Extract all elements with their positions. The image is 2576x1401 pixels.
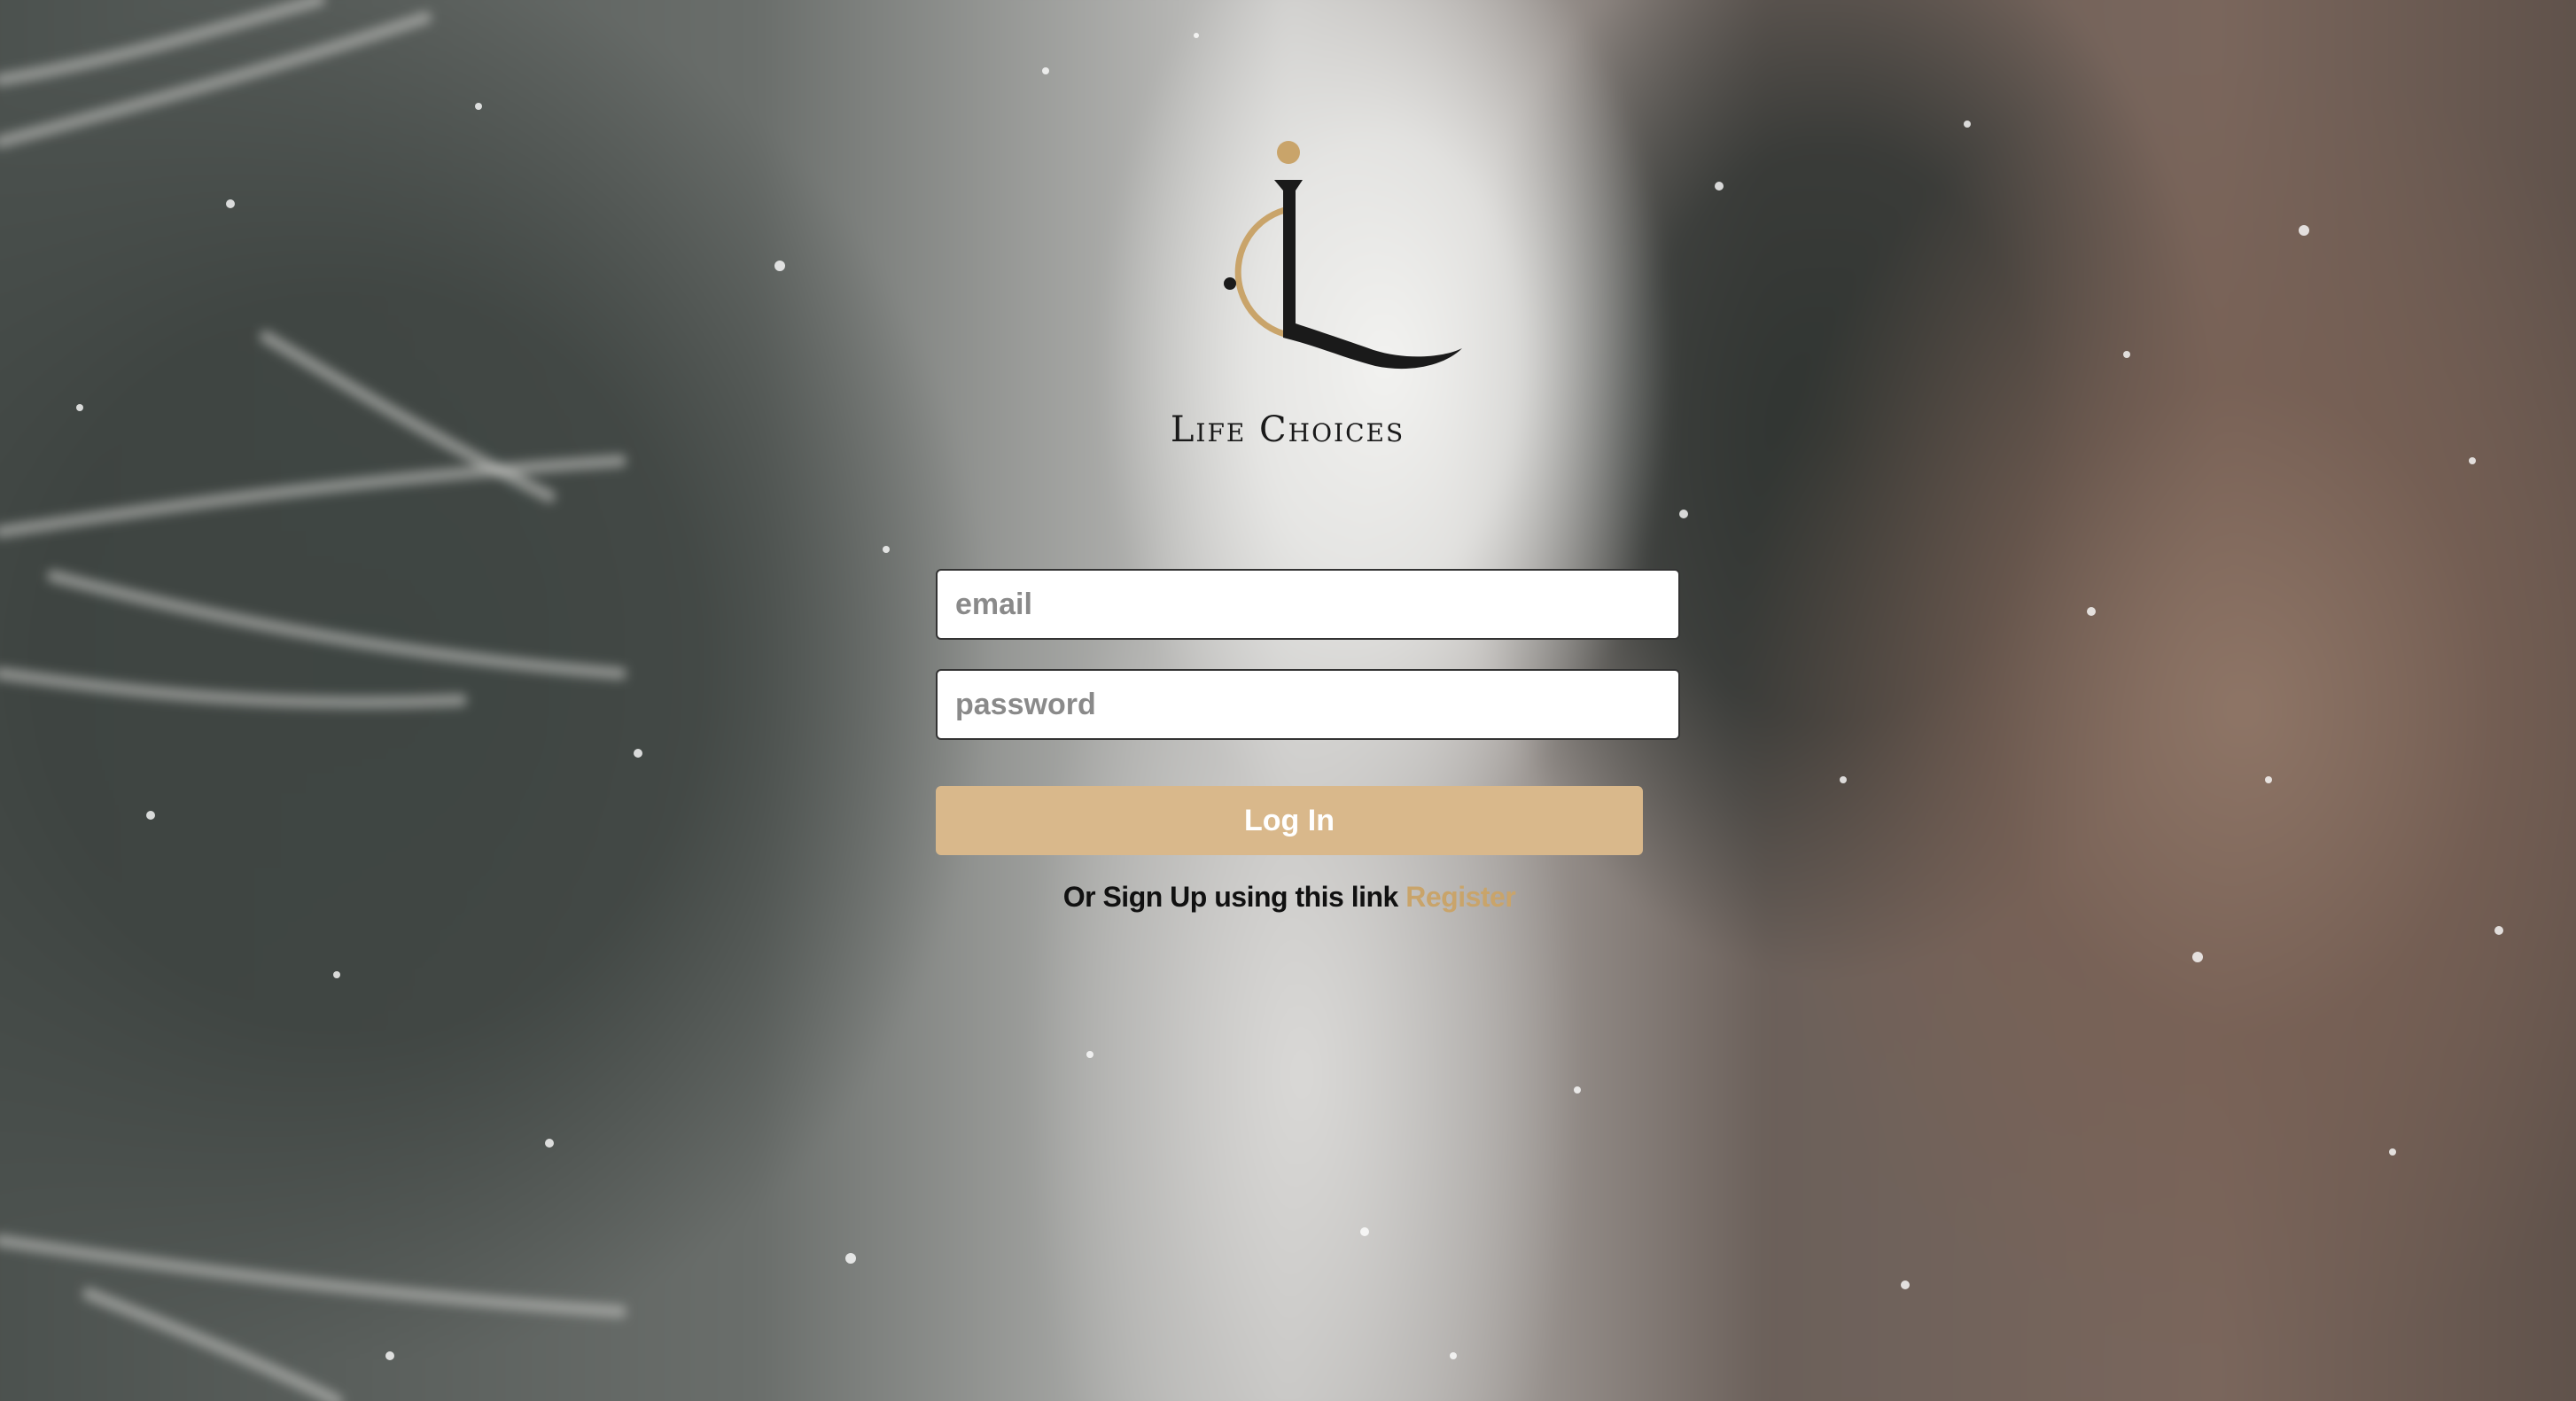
- password-input[interactable]: [936, 669, 1680, 740]
- email-input[interactable]: [936, 569, 1680, 640]
- signup-prompt-line: Or Sign Up using this link Register: [886, 881, 1693, 914]
- signup-prompt-text: Or Sign Up using this link: [1062, 881, 1399, 913]
- login-page: Life Choices Log In Or Sign Up using thi…: [0, 0, 2576, 1401]
- brand-name: Life Choices: [1170, 409, 1405, 450]
- lc-monogram-logo-icon: [1224, 141, 1462, 370]
- login-button[interactable]: Log In: [936, 786, 1643, 855]
- register-link[interactable]: Register: [1405, 881, 1516, 913]
